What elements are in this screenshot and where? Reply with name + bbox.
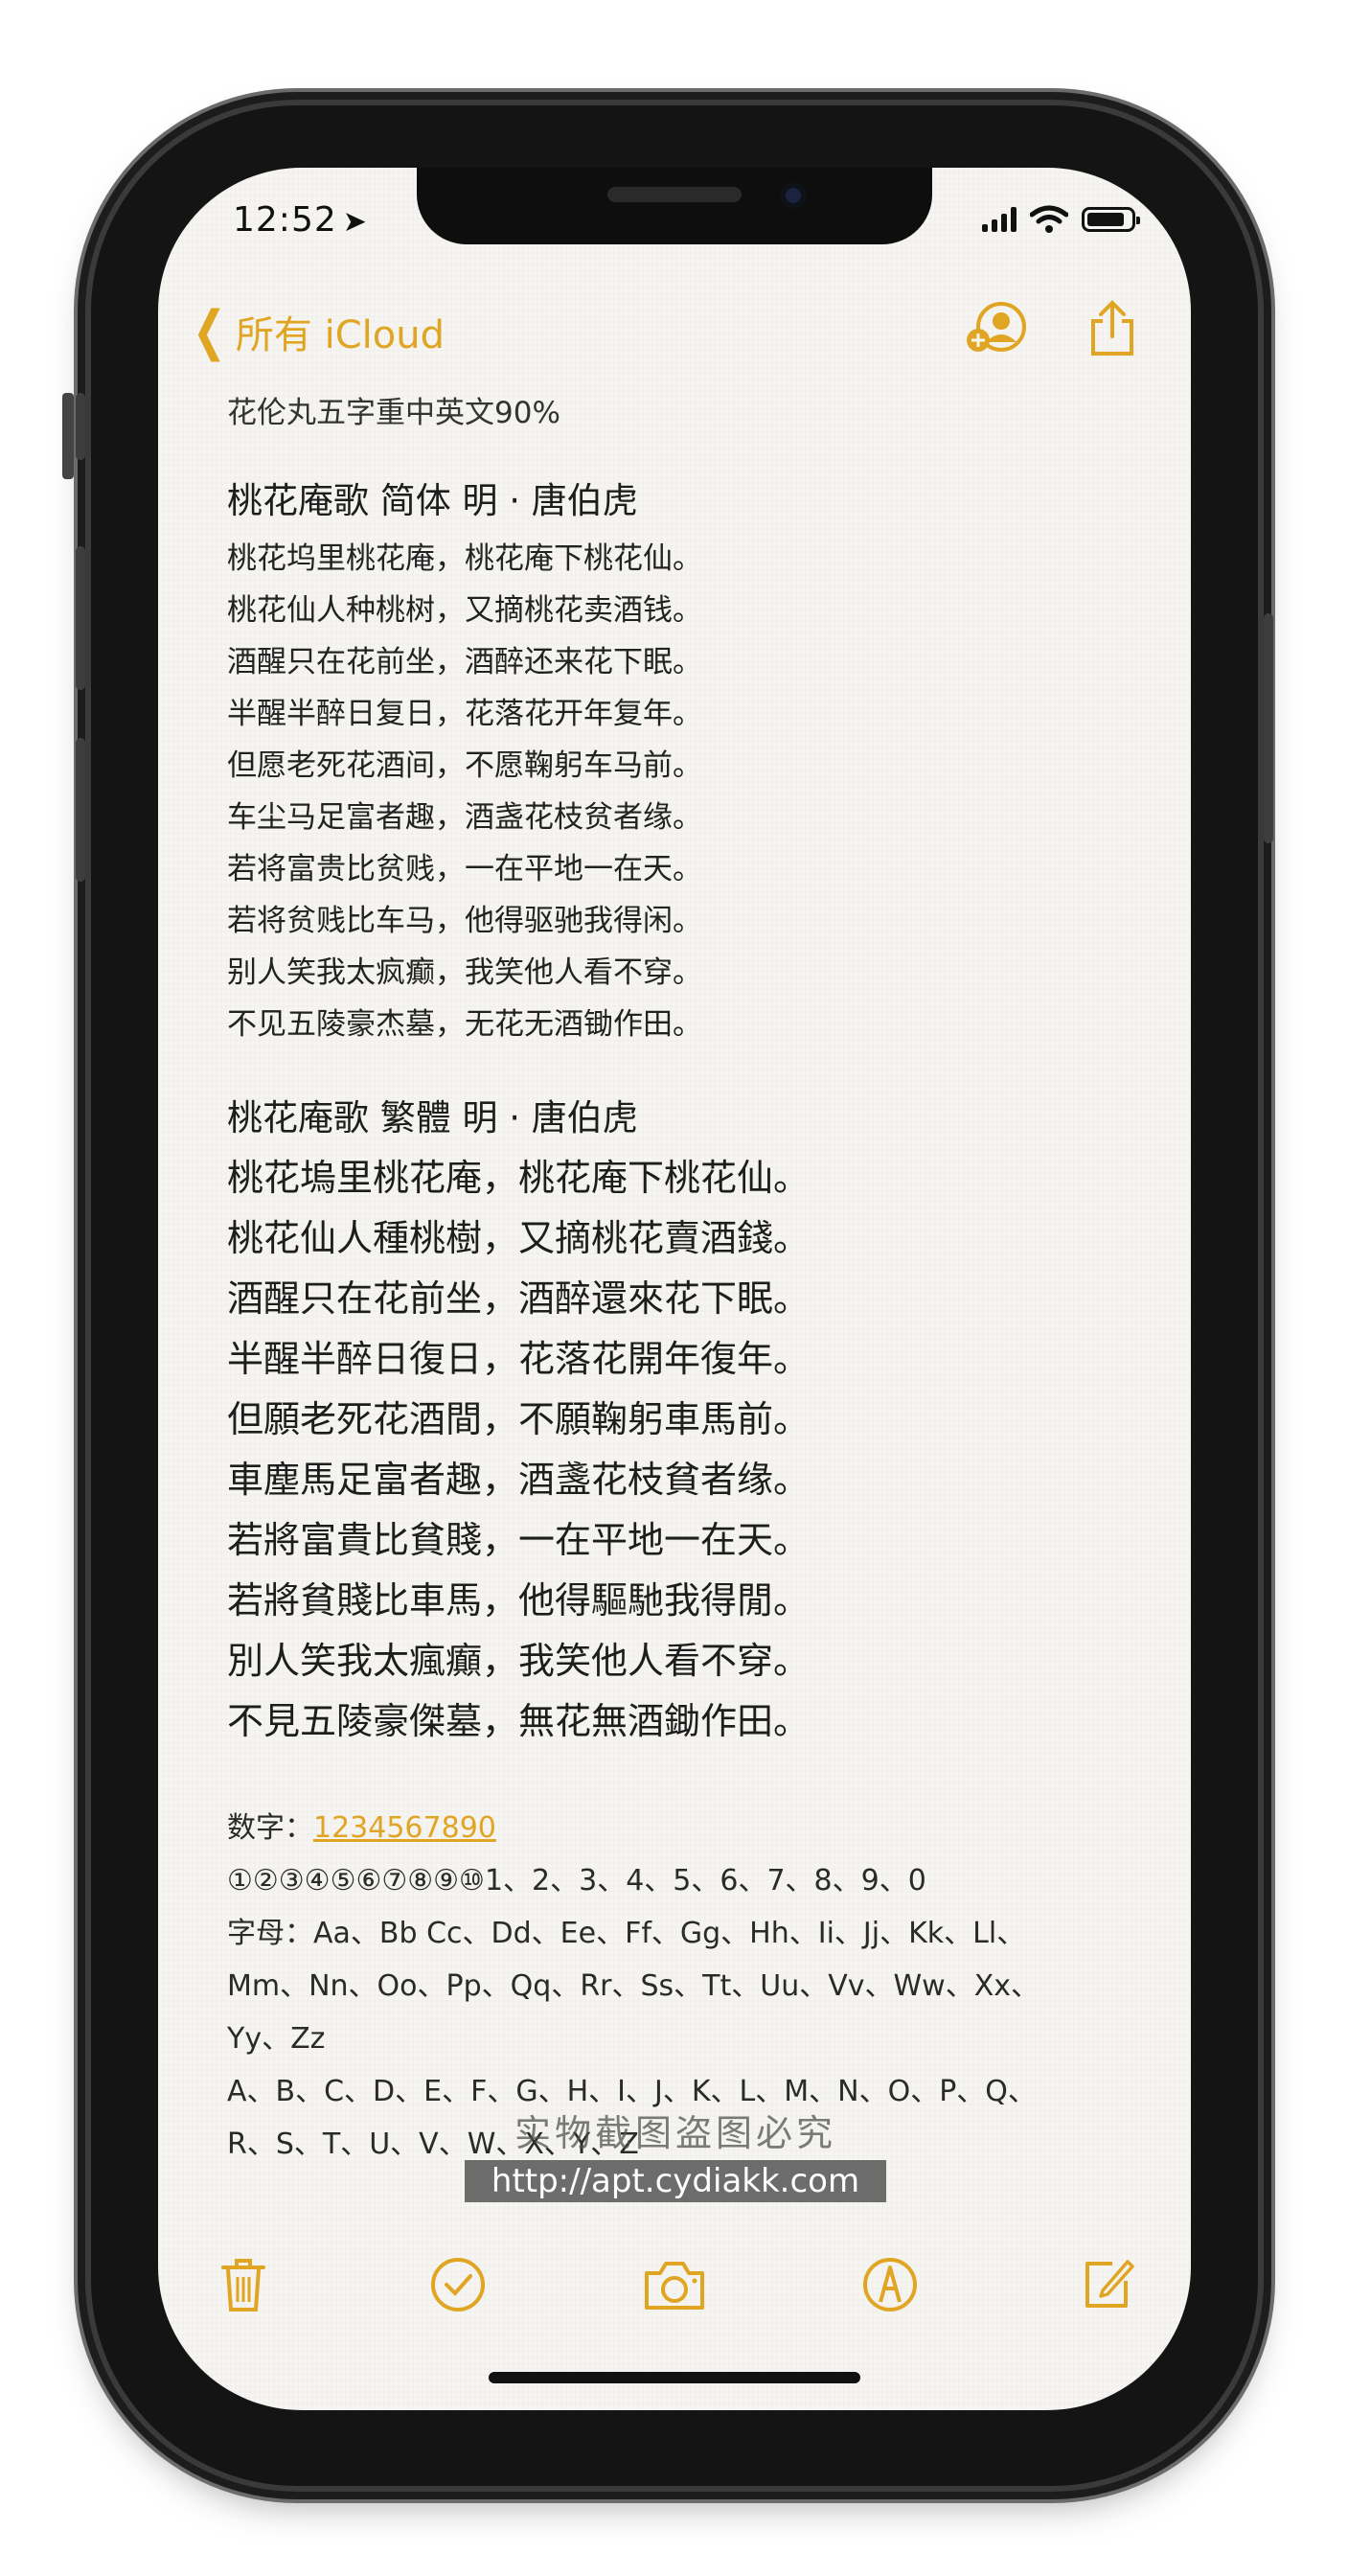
status-icons: [982, 200, 1140, 239]
poem-line: 若将贫贱比车马，他得驱驰我得闲。: [227, 904, 702, 938]
poem-title-traditional: 桃花庵歌 繁體 明 · 唐伯虎: [227, 1097, 638, 1138]
add-person-icon[interactable]: [965, 298, 1026, 359]
poem-title-simplified: 桃花庵歌 简体 明 · 唐伯虎: [227, 480, 638, 521]
status-time: 12:52 ➤: [233, 200, 368, 240]
note-body[interactable]: 花伦丸五字重中英文90% 桃花庵歌 简体 明 · 唐伯虎 桃花坞里桃花庵，桃花庵…: [227, 388, 1147, 2171]
nav-bar: ❮ 所有 iCloud: [187, 292, 1162, 369]
poem-line: 但願老死花酒間，不願鞠躬車馬前。: [227, 1398, 811, 1440]
poem-line: 若將富貴比貧賤，一在平地一在天。: [227, 1519, 811, 1561]
earpiece: [607, 187, 742, 202]
poem-line: 不见五陵豪杰墓，无花无酒锄作田。: [227, 1007, 702, 1042]
location-arrow-icon: ➤: [342, 205, 368, 239]
checklist-icon[interactable]: [425, 2252, 491, 2317]
front-camera: [781, 183, 806, 208]
watermark: 实物截图盗图必究 http://apt.cydiakk.com: [426, 2104, 925, 2202]
home-indicator[interactable]: [489, 2372, 860, 2383]
numbers-label: 数字：: [227, 1811, 313, 1845]
back-button[interactable]: ❮ 所有 iCloud: [187, 304, 445, 359]
poem-line: 若將貧賤比車馬，他得驅馳我得閒。: [227, 1579, 811, 1622]
trash-icon[interactable]: [211, 2252, 276, 2317]
poem-line: 桃花仙人種桃樹，又摘桃花賣酒錢。: [227, 1217, 811, 1259]
poem-line: 车尘马足富者趣，酒盏花枝贫者缘。: [227, 800, 702, 835]
chevron-left-icon: ❮: [192, 300, 227, 362]
power-button: [1264, 613, 1273, 843]
note-subtitle: 花伦丸五字重中英文90%: [227, 396, 560, 430]
cellular-signal-icon: [982, 207, 1017, 232]
volume-up-button: [76, 546, 85, 690]
poem-line: 車塵馬足富者趣，酒盞花枝貧者缘。: [227, 1459, 811, 1501]
numbers-row: 数字：1234567890: [227, 1802, 1147, 1854]
watermark-url: http://apt.cydiakk.com: [464, 2160, 887, 2202]
back-label: 所有 iCloud: [235, 313, 446, 357]
poem-line: 酒醒只在花前坐，酒醉還來花下眠。: [227, 1277, 811, 1320]
camera-icon[interactable]: [642, 2252, 707, 2317]
mute-switch: [76, 393, 85, 460]
poem-line: 不見五陵豪傑墓，無花無酒鋤作田。: [227, 1700, 811, 1742]
poem-line: 别人笑我太疯癫，我笑他人看不穿。: [227, 955, 702, 990]
poem-line: 桃花坞里桃花庵，桃花庵下桃花仙。: [227, 541, 702, 576]
numbers-line: ①②③④⑤⑥⑦⑧⑨⑩1、2、3、4、5、6、7、8、9、0: [227, 1864, 926, 1898]
letters-line: Mm、Nn、Oo、Pp、Qq、Rr、Ss、Tt、Uu、Vv、Ww、Xx、: [227, 1969, 1040, 2003]
numbers-link[interactable]: 1234567890: [313, 1811, 496, 1845]
poem-line: 別人笑我太瘋癲，我笑他人看不穿。: [227, 1640, 811, 1682]
poem-line: 桃花塢里桃花庵，桃花庵下桃花仙。: [227, 1157, 811, 1199]
poem-line: 但愿老死花酒间，不愿鞠躬车马前。: [227, 748, 702, 783]
poem-simplified: 桃花坞里桃花庵，桃花庵下桃花仙。 桃花仙人种桃树，又摘桃花卖酒钱。 酒醒只在花前…: [227, 533, 1147, 1050]
letters-line: Yy、Zz: [227, 2022, 326, 2056]
screen: 12:52 ➤ ❮ 所有 iCloud 花伦丸五字重中英文90% 桃花庵歌 简体…: [158, 168, 1191, 2410]
battery-icon: [1082, 207, 1140, 232]
poem-line: 半醒半醉日复日，花落花开年复年。: [227, 697, 702, 731]
notch: [417, 168, 932, 244]
share-icon[interactable]: [1082, 298, 1143, 359]
markup-icon[interactable]: [857, 2252, 923, 2317]
watermark-text: 实物截图盗图必究: [514, 2112, 836, 2154]
compose-icon[interactable]: [1076, 2252, 1141, 2317]
poem-line: 酒醒只在花前坐，酒醉还来花下眠。: [227, 645, 702, 679]
poem-line: 桃花仙人种桃树，又摘桃花卖酒钱。: [227, 593, 702, 628]
poem-traditional: 桃花塢里桃花庵，桃花庵下桃花仙。 桃花仙人種桃樹，又摘桃花賣酒錢。 酒醒只在花前…: [227, 1148, 1147, 1752]
poem-line: 若将富贵比贫贱，一在平地一在天。: [227, 852, 702, 886]
wifi-icon: [1030, 205, 1068, 233]
letters-line: 字母：Aa、Bb Cc、Dd、Ee、Ff、Gg、Hh、Ii、Jj、Kk、Ll、: [227, 1917, 1026, 1950]
poem-line: 半醒半醉日復日，花落花開年復年。: [227, 1338, 811, 1380]
volume-down-button: [76, 738, 85, 882]
bottom-toolbar: [158, 2242, 1191, 2329]
